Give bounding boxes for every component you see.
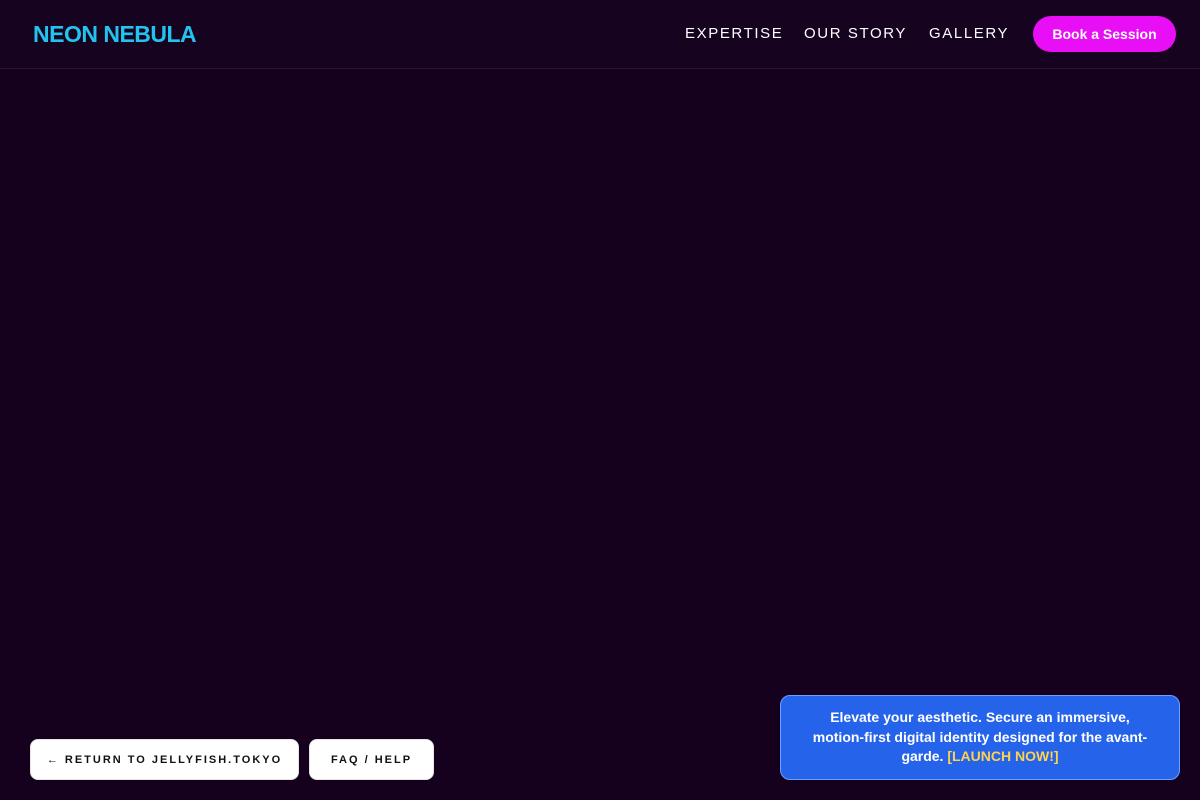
page: NEON NEBULA EXPERTISE OUR STORY GALLERY … (0, 0, 1200, 800)
launch-now-link[interactable]: [LAUNCH NOW!] (947, 748, 1058, 764)
top-navigation-bar: NEON NEBULA EXPERTISE OUR STORY GALLERY … (0, 0, 1200, 69)
site-logo[interactable]: NEON NEBULA (33, 20, 197, 48)
faq-help-button[interactable]: FAQ / HELP (309, 739, 434, 780)
return-to-jellyfish-button[interactable]: ← RETURN TO JELLYFISH.TOKYO (30, 739, 299, 780)
promo-banner: Elevate your aesthetic. Secure an immers… (780, 695, 1180, 780)
book-session-button[interactable]: Book a Session (1033, 16, 1176, 52)
nav-link-gallery[interactable]: GALLERY (929, 25, 1009, 43)
nav-link-expertise[interactable]: EXPERTISE (685, 25, 783, 43)
nav-link-our-story[interactable]: OUR STORY (804, 25, 907, 43)
